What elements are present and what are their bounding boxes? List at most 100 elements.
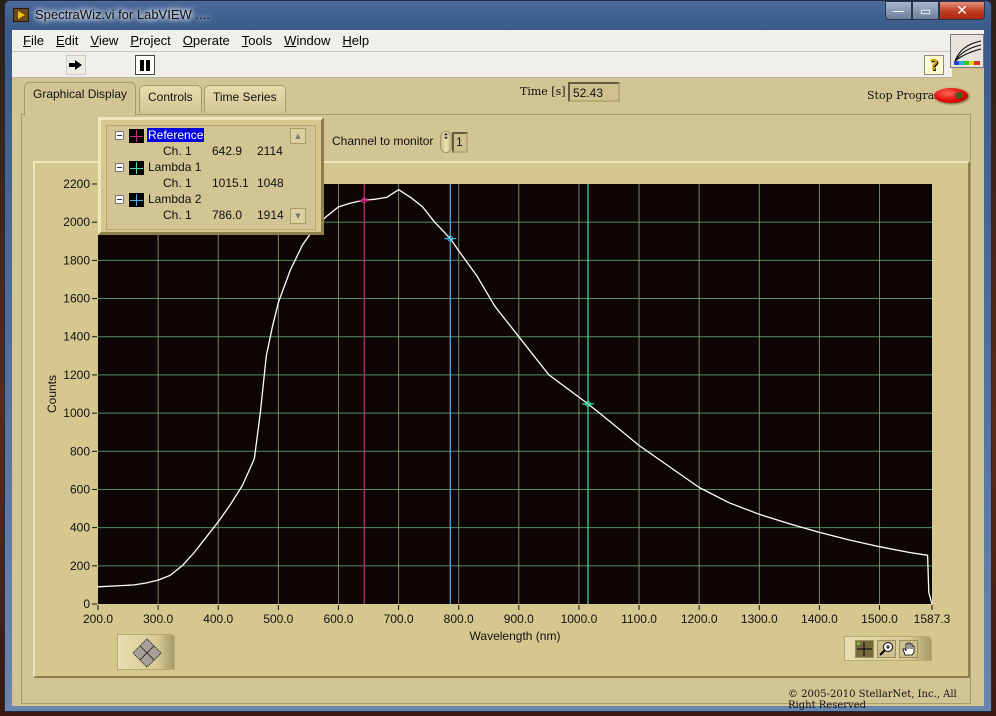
channel-to-monitor-label: Channel to monitor <box>332 134 434 148</box>
menu-bar: File Edit View Project Operate Tools Window Hel… <box>12 30 984 52</box>
cursor-crosshair-icon[interactable] <box>129 161 144 175</box>
cursor-channel: Ch. 1 <box>163 208 192 222</box>
spectrum-icon <box>954 40 982 65</box>
cursor-x-value: 786.0 <box>212 208 243 222</box>
tab-controls[interactable]: Controls <box>139 85 202 113</box>
cursor-legend: Reference Ch. 1 642.9 2114 Lambda 1 Ch. 1 1015… <box>98 117 324 235</box>
legend-scroll-down-button[interactable]: ▼ <box>290 208 306 224</box>
close-button[interactable]: ✕ <box>939 1 985 20</box>
menu-label: dit <box>64 33 79 48</box>
x-tick-label: 500.0 <box>263 612 293 626</box>
tab-time-series[interactable]: Time Series <box>204 85 286 113</box>
pause-icon <box>140 59 150 71</box>
cursor-name[interactable]: Lambda 2 <box>147 192 202 206</box>
x-tick-label: 1500.0 <box>861 612 898 626</box>
menu-label: roject <box>139 33 171 48</box>
y-tick-label: 0 <box>83 597 90 611</box>
x-tick-label: 1400.0 <box>801 612 838 626</box>
x-tick-label: 200.0 <box>83 612 113 626</box>
cursor-tool-button[interactable] <box>855 640 874 658</box>
menu-mnemonic: P <box>130 33 139 48</box>
cursor-channel: Ch. 1 <box>163 176 192 190</box>
menu-tools[interactable]: Tools <box>236 33 278 48</box>
y-tick-label: 2000 <box>63 215 90 229</box>
cursor-move-diamond-icon <box>132 638 162 668</box>
vi-icon <box>950 34 984 68</box>
vi-front-panel: File Edit View Project Operate Tools Window Hel… <box>12 30 984 711</box>
cursor-legend-list: Reference Ch. 1 642.9 2114 Lambda 1 Ch. 1 1015… <box>106 125 316 230</box>
cursor-values-row: Ch. 1 1015.1 1048 <box>107 176 287 192</box>
legend-scroll-up-button[interactable]: ▲ <box>290 128 306 144</box>
x-tick-label: 1000.0 <box>561 612 598 626</box>
menu-window[interactable]: Window <box>278 33 336 48</box>
y-tick-label: 600 <box>70 482 90 496</box>
cursor-row-lambda-2[interactable]: Lambda 2 <box>107 192 287 208</box>
y-tick-label: 1200 <box>63 368 90 382</box>
x-tick-label: 1100.0 <box>621 612 657 626</box>
cursor-channel: Ch. 1 <box>163 144 192 158</box>
menu-label: indow <box>296 33 331 48</box>
tab-graphical-display[interactable]: Graphical Display <box>24 82 137 116</box>
cursor-x-value: 1015.1 <box>212 176 249 190</box>
y-tick-label: 1400 <box>63 330 90 344</box>
spectrum-graph: 0 200 400 600 800 1000 1200 1400 1600 1800 2000 220… <box>33 161 970 678</box>
y-tick-label: 1000 <box>63 406 90 420</box>
menu-mnemonic: O <box>182 33 193 48</box>
pan-tool-button[interactable] <box>899 640 918 658</box>
menu-mnemonic: E <box>55 33 65 48</box>
maximize-button[interactable]: ▭ <box>912 1 939 20</box>
collapse-icon[interactable] <box>115 195 124 204</box>
cursor-name[interactable]: Reference <box>147 128 205 142</box>
menu-view[interactable]: View <box>84 33 124 48</box>
cursor-crosshair-icon[interactable] <box>129 129 144 143</box>
menu-label: ools <box>248 33 273 48</box>
time-label: Time [s] <box>520 85 566 98</box>
cursor-row-lambda-1[interactable]: Lambda 1 <box>107 160 287 176</box>
menu-project[interactable]: Project <box>124 33 176 48</box>
cursor-y-value: 1914 <box>257 208 284 222</box>
minimize-button[interactable]: — <box>885 1 912 20</box>
zoom-tool-button[interactable] <box>877 640 896 658</box>
menu-file[interactable]: File <box>17 33 50 48</box>
x-tick-label: 600.0 <box>323 612 353 626</box>
window-title: SpectraWiz.vi for LabVIEW .... <box>35 7 210 22</box>
channel-increment-decrement[interactable]: ↕ <box>440 131 452 153</box>
cursor-y-value: 1048 <box>257 176 284 190</box>
menu-help[interactable]: Help <box>336 33 375 48</box>
title-bar[interactable]: SpectraWiz.vi for LabVIEW .... — ▭ ✕ <box>5 1 991 29</box>
context-help-button[interactable]: ? <box>924 55 944 75</box>
plot-area[interactable] <box>98 184 932 604</box>
x-tick-label: 900.0 <box>504 612 534 626</box>
y-tick-label: 400 <box>70 521 90 535</box>
x-tick-label: 700.0 <box>384 612 414 626</box>
collapse-icon[interactable] <box>115 131 124 140</box>
y-tick-label: 200 <box>70 559 90 573</box>
cursor-values-row: Ch. 1 786.0 1914 <box>107 208 287 224</box>
labview-icon <box>13 8 29 22</box>
pause-button[interactable] <box>135 55 155 75</box>
spectrum-graph-svg[interactable]: 0 200 400 600 800 1000 1200 1400 1600 1800 2000 220… <box>35 163 968 676</box>
cursor-crosshair-icon[interactable] <box>129 193 144 207</box>
y-tick-label: 2200 <box>63 177 90 191</box>
menu-mnemonic: W <box>284 33 297 48</box>
x-tick-label: 800.0 <box>444 612 474 626</box>
menu-edit[interactable]: Edit <box>50 33 84 48</box>
time-indicator: 52.43 <box>568 82 620 102</box>
x-axis-label: Wavelength (nm) <box>470 629 561 643</box>
run-continuously-button[interactable] <box>66 55 86 75</box>
collapse-icon[interactable] <box>115 163 124 172</box>
cursor-values-row: Ch. 1 642.9 2114 <box>107 144 287 160</box>
cursor-name[interactable]: Lambda 1 <box>147 160 202 174</box>
x-tick-label: 1587.3 <box>914 612 951 626</box>
run-arrow-icon <box>69 60 83 70</box>
hand-icon <box>902 642 915 656</box>
cursor-row-reference[interactable]: Reference <box>107 128 287 144</box>
cursor-movement-control[interactable] <box>117 634 175 670</box>
menu-operate[interactable]: Operate <box>177 33 236 48</box>
cursor-y-value: 2114 <box>257 144 283 158</box>
copyright-notice: © 2005-2010 StellarNet, Inc., All Right … <box>788 689 957 711</box>
channel-to-monitor-input[interactable]: 1 <box>452 132 468 153</box>
x-tick-label: 300.0 <box>143 612 173 626</box>
zoom-magnifier-icon <box>879 642 893 656</box>
stop-program-button[interactable] <box>934 88 968 103</box>
